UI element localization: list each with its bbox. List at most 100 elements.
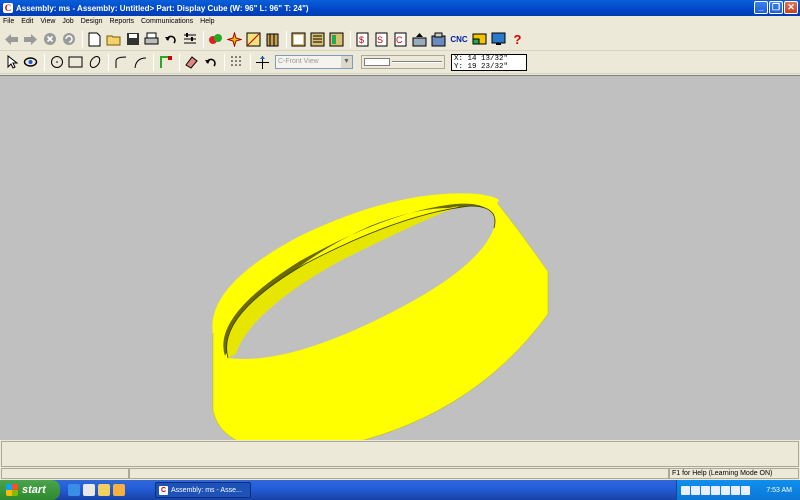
title-bar: C Assembly: ms - Assembly: Untitled> Par…: [0, 0, 800, 16]
eraser-icon[interactable]: [183, 54, 200, 71]
cnc-label: CNC: [450, 34, 468, 44]
corner-tool-icon[interactable]: [157, 54, 174, 71]
tray-icon-1[interactable]: [681, 485, 690, 495]
start-button[interactable]: start: [0, 480, 60, 500]
new-file-icon[interactable]: [86, 31, 103, 48]
rectangle-tool-icon[interactable]: [67, 54, 84, 71]
save-icon[interactable]: [124, 31, 141, 48]
drawing-toolbar: C-Front View ▼ X: 14 13/32" Y: 19 23/32": [0, 51, 800, 74]
taskbar: start C Assembly: ms - Asse... 7:53 AM: [0, 480, 800, 500]
system-tray: 7:53 AM: [676, 480, 800, 500]
view-select-value: C-Front View: [278, 58, 319, 65]
forward-arrow-icon[interactable]: [22, 31, 39, 48]
toolbar-separator: [224, 53, 225, 71]
zoom-slider[interactable]: [361, 55, 445, 69]
menu-help[interactable]: Help: [200, 18, 214, 25]
price-icon[interactable]: $: [354, 31, 371, 48]
window-title: Assembly: ms - Assembly: Untitled> Part:…: [16, 3, 309, 13]
grid-icon[interactable]: [228, 54, 245, 71]
tray-icon-4[interactable]: [711, 485, 720, 495]
toolbar-separator: [108, 53, 109, 71]
open-folder-icon[interactable]: [105, 31, 122, 48]
explode-icon[interactable]: [226, 31, 243, 48]
minimize-button[interactable]: _: [754, 1, 768, 14]
upload-icon[interactable]: [411, 31, 428, 48]
stop-icon[interactable]: [41, 31, 58, 48]
slider-thumb[interactable]: [364, 58, 390, 66]
view-select[interactable]: C-Front View ▼: [275, 55, 353, 69]
screen-icon[interactable]: [490, 31, 507, 48]
ellipse-tool-icon[interactable]: [86, 54, 103, 71]
toolbar-separator: [350, 30, 351, 48]
properties-icon[interactable]: [181, 31, 198, 48]
rotate-view-icon[interactable]: [22, 54, 39, 71]
toolbar-separator: [250, 53, 251, 71]
tray-icon-5[interactable]: [721, 485, 730, 495]
status-help-text: F1 for Help (Learning Mode ON): [669, 468, 799, 479]
close-button[interactable]: ✕: [784, 1, 798, 14]
restore-button[interactable]: ❐: [769, 1, 783, 14]
desktop-icon[interactable]: [83, 484, 95, 496]
svg-text:C: C: [396, 35, 403, 45]
toolbar-separator: [203, 30, 204, 48]
tray-icon-3[interactable]: [701, 485, 710, 495]
status-panel: [1, 441, 799, 467]
select-arrow-icon[interactable]: [3, 54, 20, 71]
menu-communications[interactable]: Communications: [141, 18, 193, 25]
toolbar-separator: [153, 53, 154, 71]
toolbar-separator: [82, 30, 83, 48]
explorer-icon[interactable]: [98, 484, 110, 496]
menu-reports[interactable]: Reports: [109, 18, 134, 25]
tray-icon-2[interactable]: [691, 485, 700, 495]
machine-icon[interactable]: [430, 31, 447, 48]
line-tool-icon[interactable]: [112, 54, 129, 71]
app-icon: C: [3, 3, 13, 13]
tray-icon-6[interactable]: [731, 485, 740, 495]
svg-text:$: $: [359, 35, 364, 45]
ie-icon[interactable]: [68, 484, 80, 496]
main-toolbar: $ S C CNC ?: [0, 28, 800, 51]
design-viewport[interactable]: Y X Z: [0, 75, 800, 497]
view-orientation-icon[interactable]: [254, 54, 271, 71]
cabinet-icon[interactable]: [264, 31, 281, 48]
refresh-icon[interactable]: [60, 31, 77, 48]
help-icon[interactable]: ?: [509, 31, 526, 48]
toolbar-separator: [286, 30, 287, 48]
cnc-icon[interactable]: CNC: [449, 31, 469, 48]
back-arrow-icon[interactable]: [3, 31, 20, 48]
menu-view[interactable]: View: [40, 18, 55, 25]
menu-edit[interactable]: Edit: [21, 18, 33, 25]
windows-logo-icon: [6, 484, 18, 496]
export-icon[interactable]: C: [392, 31, 409, 48]
report3-icon[interactable]: [328, 31, 345, 48]
model-canvas[interactable]: Y X Z: [0, 76, 800, 497]
app-quicklaunch-icon[interactable]: [113, 484, 125, 496]
window-controls: _ ❐ ✕: [754, 1, 798, 14]
quick-launch: [68, 484, 125, 496]
clock[interactable]: 7:53 AM: [766, 487, 792, 494]
undo-icon[interactable]: [162, 31, 179, 48]
menu-file[interactable]: File: [3, 18, 14, 25]
report1-icon[interactable]: [290, 31, 307, 48]
menu-design[interactable]: Design: [81, 18, 103, 25]
svg-text:S: S: [377, 35, 383, 45]
render-icon[interactable]: [245, 31, 262, 48]
arc-tool-icon[interactable]: [131, 54, 148, 71]
coordinate-readout: X: 14 13/32" Y: 19 23/32": [451, 53, 527, 71]
materials-icon[interactable]: [207, 31, 224, 48]
status-bar: F1 for Help (Learning Mode ON): [1, 468, 799, 479]
report2-icon[interactable]: [309, 31, 326, 48]
coord-y: Y: 19 23/32": [454, 62, 509, 71]
print-icon[interactable]: [143, 31, 160, 48]
task-label: Assembly: ms - Asse...: [171, 486, 242, 494]
undo-draw-icon[interactable]: [202, 54, 219, 71]
menu-job[interactable]: Job: [62, 18, 73, 25]
toolbar-separator: [179, 53, 180, 71]
layout-icon[interactable]: [471, 31, 488, 48]
status-cell-1: [1, 468, 129, 479]
tray-icon-7[interactable]: [741, 485, 750, 495]
circle-tool-icon[interactable]: [48, 54, 65, 71]
toolbar-separator: [44, 53, 45, 71]
taskbar-window-button[interactable]: C Assembly: ms - Asse...: [155, 482, 251, 498]
cutlist-icon[interactable]: S: [373, 31, 390, 48]
